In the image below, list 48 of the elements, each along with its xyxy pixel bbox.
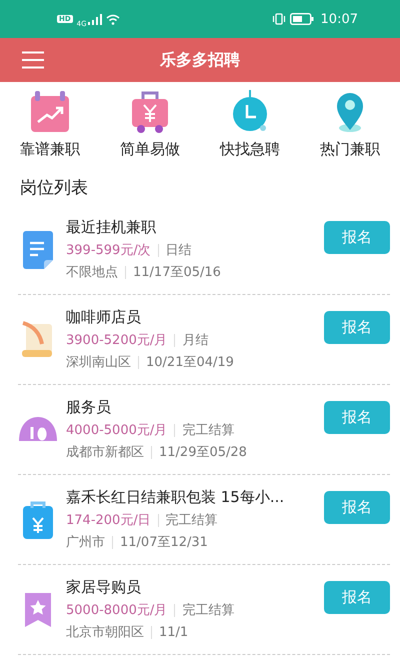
settlement-type: 完工结算 <box>182 422 234 439</box>
job-location: 北京市朝阳区 <box>66 624 144 641</box>
settlement-type: 日结 <box>166 242 192 259</box>
apply-button[interactable]: 报名 <box>324 221 390 254</box>
settlement-type: 月结 <box>182 332 208 349</box>
clock-icon <box>230 90 270 134</box>
battery-icon <box>290 13 314 25</box>
job-salary: 174-200元/日 <box>66 512 151 529</box>
section-title: 岗位列表 <box>19 177 89 200</box>
document-icon <box>21 230 55 270</box>
signal-icon <box>88 14 102 24</box>
chart-calendar-icon <box>30 90 70 134</box>
menu-icon[interactable] <box>22 51 44 69</box>
clock-time: 10:07 <box>320 12 358 26</box>
category-item[interactable]: 靠谱兼职 <box>5 90 95 166</box>
settlement-type: 完工结算 <box>182 602 234 619</box>
job-salary: 399-599元/次 <box>66 242 151 259</box>
category-item[interactable]: 快找急聘 <box>205 90 295 166</box>
job-title: 嘉禾长红日结兼职包装 15每小... <box>66 488 286 507</box>
apply-button[interactable]: 报名 <box>324 401 390 434</box>
job-dates: 11/29至05/28 <box>159 444 247 461</box>
job-salary: 4000-5000元/月 <box>66 422 168 439</box>
job-title: 最近挂机兼职 <box>66 218 157 237</box>
vibrate-icon <box>272 13 286 25</box>
settlement-type: 完工结算 <box>166 512 218 529</box>
job-salary: 3900-5200元/月 <box>66 332 168 349</box>
job-salary: 5000-8000元/月 <box>66 602 168 619</box>
job-location: 广州市 <box>66 534 105 551</box>
job-dates: 11/1 <box>159 624 188 640</box>
apply-button[interactable]: 报名 <box>324 491 390 524</box>
job-location: 不限地点 <box>66 264 118 281</box>
app-title: 乐多多招聘 <box>160 50 240 70</box>
category-item[interactable]: 热门兼职 <box>305 90 395 166</box>
job-title: 服务员 <box>66 398 112 417</box>
wifi-icon <box>106 14 120 24</box>
job-title: 家居导购员 <box>66 578 142 597</box>
job-dates: 11/07至12/31 <box>120 534 208 551</box>
apply-button[interactable]: 报名 <box>324 581 390 614</box>
star-bookmark-icon <box>23 590 53 628</box>
job-location: 成都市新都区 <box>66 444 144 461</box>
job-dates: 10/21至04/19 <box>146 354 234 371</box>
job-dates: 11/17至05/16 <box>133 264 221 281</box>
suitcase-icon <box>130 90 170 134</box>
apply-button[interactable]: 报名 <box>324 311 390 344</box>
job-location: 深圳南山区 <box>66 354 131 371</box>
job-title: 咖啡师店员 <box>66 308 142 327</box>
category-item[interactable]: 简单易做 <box>105 90 195 166</box>
clipboard-icon <box>21 500 55 540</box>
